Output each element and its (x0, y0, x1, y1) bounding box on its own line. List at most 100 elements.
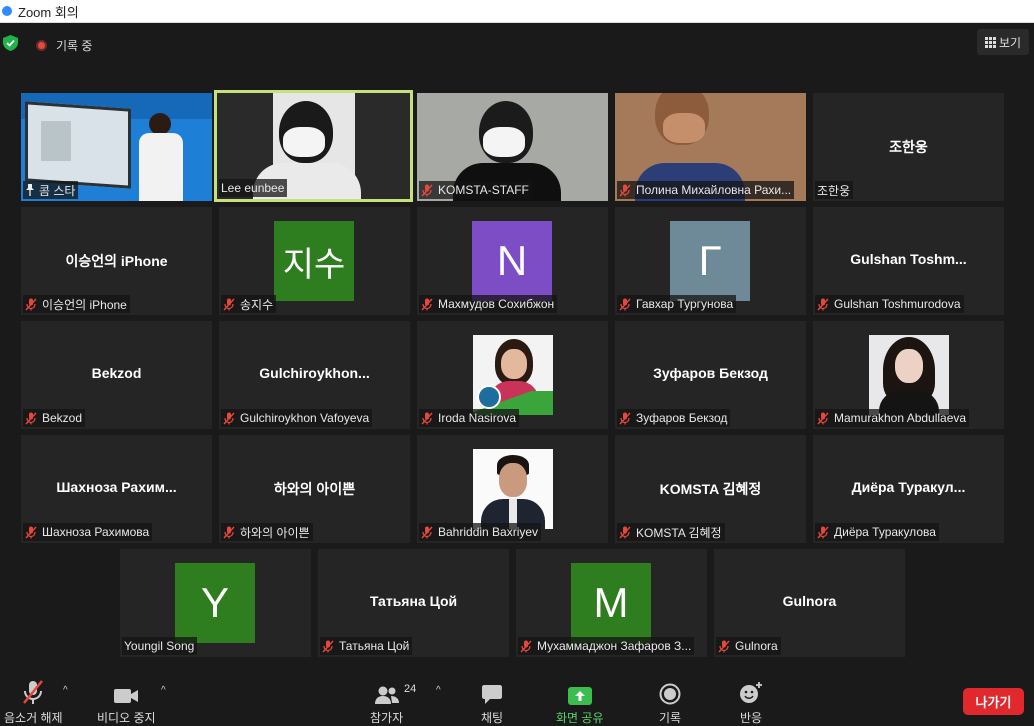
reactions-label: 반응 (739, 711, 763, 725)
security-shield-icon[interactable] (3, 35, 18, 51)
participant-name-label: Gulchiroykhon Vafoyeva (221, 409, 373, 427)
participant-tile[interactable]: 이승언의 iPhone 이승언의 iPhone (21, 207, 212, 315)
participant-tile[interactable]: 하와의 아이쁜 하와의 아이쁜 (219, 435, 410, 543)
pin-icon (26, 184, 34, 196)
participant-photo (473, 449, 553, 529)
participant-tile[interactable]: Gulnora Gulnora (714, 549, 905, 657)
participant-display-name: Зуфаров Бекзод (653, 365, 768, 381)
participant-name-label: Lee eunbee (219, 179, 288, 197)
participant-tile[interactable]: 조한웅 조한웅 (813, 93, 1004, 201)
participant-tile[interactable]: Г Гавхар Тургунова (615, 207, 806, 315)
record-button[interactable]: 기록 (659, 679, 681, 726)
participant-tile[interactable]: Lee eunbee (214, 90, 413, 202)
participant-tile[interactable]: N Махмудов Сохибжон (417, 207, 608, 315)
participant-name-label: KOMSTA-STAFF (419, 181, 532, 199)
participant-display-name: Шахноза Рахим... (56, 479, 177, 495)
participant-tile[interactable]: Y Youngil Song (120, 549, 311, 657)
participant-photo (473, 335, 553, 415)
participant-tile[interactable]: KOMSTA 김혜정 KOMSTA 김혜정 (615, 435, 806, 543)
participant-display-name: KOMSTA 김혜정 (659, 481, 762, 497)
participant-name-label: KOMSTA 김혜정 (617, 523, 725, 541)
microphone-muted-icon (322, 640, 334, 652)
record-icon (659, 683, 681, 705)
participant-display-name: Bekzod (91, 365, 142, 381)
participant-name: Шахноза Рахимова (42, 525, 150, 539)
avatar-initials: N (496, 237, 528, 284)
participants-button[interactable]: 참가자 (370, 679, 403, 726)
microphone-muted-icon (718, 640, 730, 652)
participant-name: Iroda Nasirova (438, 411, 517, 425)
participant-name-label: Зуфаров Бекзод (617, 409, 731, 427)
unmute-button[interactable]: 음소거 해제 (4, 679, 63, 726)
participant-avatar: N (472, 221, 552, 301)
participant-name: 이승언의 iPhone (42, 297, 127, 312)
participant-name: Диёра Туракулова (834, 525, 936, 539)
participant-photo (869, 335, 949, 415)
participant-tile[interactable]: Gulchiroykhon... Gulchiroykhon Vafoyeva (219, 321, 410, 429)
stop-video-button[interactable]: 비디오 중지 (97, 679, 156, 726)
microphone-muted-icon (619, 412, 631, 424)
grid-view-icon (984, 37, 996, 48)
participant-display-name: 하와의 아이쁜 (273, 481, 356, 497)
microphone-muted-icon (25, 526, 37, 538)
avatar-initials: M (593, 579, 629, 626)
participant-tile[interactable]: KOMSTA-STAFF (417, 93, 608, 201)
participant-tile[interactable]: Bahriddin Baxriyev (417, 435, 608, 543)
participant-tile[interactable]: Диёра Туракул... Диёра Туракулова (813, 435, 1004, 543)
participant-display-name: Диёра Туракул... (851, 479, 966, 495)
chat-bubble-icon (482, 685, 503, 704)
microphone-muted-icon (520, 640, 532, 652)
participant-name: Bekzod (42, 411, 83, 425)
participant-tile[interactable]: Bekzod Bekzod (21, 321, 212, 429)
recording-indicator[interactable]: 기록 중 (36, 37, 92, 54)
video-options-caret-icon[interactable]: ^ (161, 685, 166, 696)
participant-name-label: 콤 스타 (23, 181, 79, 199)
participant-avatar: 지수 (274, 221, 354, 301)
participant-name: 하와의 아이쁜 (240, 525, 310, 540)
participant-name-label: Gulnora (716, 637, 781, 655)
participants-options-caret-icon[interactable]: ^ (436, 685, 441, 696)
participant-name: Полина Михайловна Рахи... (636, 183, 792, 197)
participant-tile[interactable]: 지수 송지수 (219, 207, 410, 315)
microphone-muted-icon (223, 412, 235, 424)
participant-tile[interactable]: 콤 스타 (21, 93, 212, 201)
participant-tile[interactable]: Татьяна Цой Татьяна Цой (318, 549, 509, 657)
participant-tile[interactable]: Mamurakhon Abdullaeva (813, 321, 1004, 429)
share-screen-button[interactable]: 화면 공유 (556, 679, 604, 726)
participant-name: Bahriddin Baxriyev (438, 525, 539, 539)
participant-name-label: 이승언의 iPhone (23, 295, 130, 313)
microphone-muted-icon (223, 526, 235, 538)
participant-tile[interactable]: Зуфаров Бекзод Зуфаров Бекзод (615, 321, 806, 429)
reactions-button[interactable]: 반응 (739, 679, 763, 726)
participant-tile[interactable]: M Мухаммаджон Зафаров З... (516, 549, 707, 657)
participants-count: 24 (404, 683, 417, 695)
zoom-logo-icon (2, 6, 12, 16)
participant-name-label: Bekzod (23, 409, 86, 427)
participant-tile[interactable]: Gulshan Toshm... Gulshan Toshmurodova (813, 207, 1004, 315)
participant-name: Гавхар Тургунова (636, 297, 734, 311)
participant-display-name: Gulnora (782, 593, 837, 609)
leave-meeting-button[interactable]: 나가기 (963, 688, 1024, 715)
recording-label: 기록 중 (56, 39, 93, 53)
view-button[interactable]: 보기 (977, 29, 1029, 55)
participant-name: 송지수 (240, 297, 274, 312)
share-screen-label: 화면 공유 (556, 711, 604, 725)
audio-options-caret-icon[interactable]: ^ (63, 685, 68, 696)
microphone-muted-icon (619, 298, 631, 310)
participant-name: Gulnora (735, 639, 778, 653)
participant-tile[interactable]: Iroda Nasirova (417, 321, 608, 429)
participant-avatar: M (571, 563, 651, 643)
microphone-muted-icon (421, 298, 433, 310)
meeting-topbar: 기록 중 보기 (0, 23, 1034, 63)
video-camera-icon (114, 689, 139, 703)
participant-name: Lee eunbee (221, 181, 285, 195)
share-screen-icon (567, 687, 592, 705)
participant-name: Зуфаров Бекзод (636, 411, 728, 425)
participant-tile[interactable]: Шахноза Рахим... Шахноза Рахимова (21, 435, 212, 543)
participant-display-name: Gulshan Toshm... (850, 251, 967, 267)
participant-name: Gulchiroykhon Vafoyeva (240, 411, 370, 425)
chat-button[interactable]: 채팅 (481, 679, 503, 726)
microphone-muted-icon (223, 298, 235, 310)
participant-tile[interactable]: Полина Михайловна Рахи... (615, 93, 806, 201)
participant-name-label: Татьяна Цой (320, 637, 413, 655)
